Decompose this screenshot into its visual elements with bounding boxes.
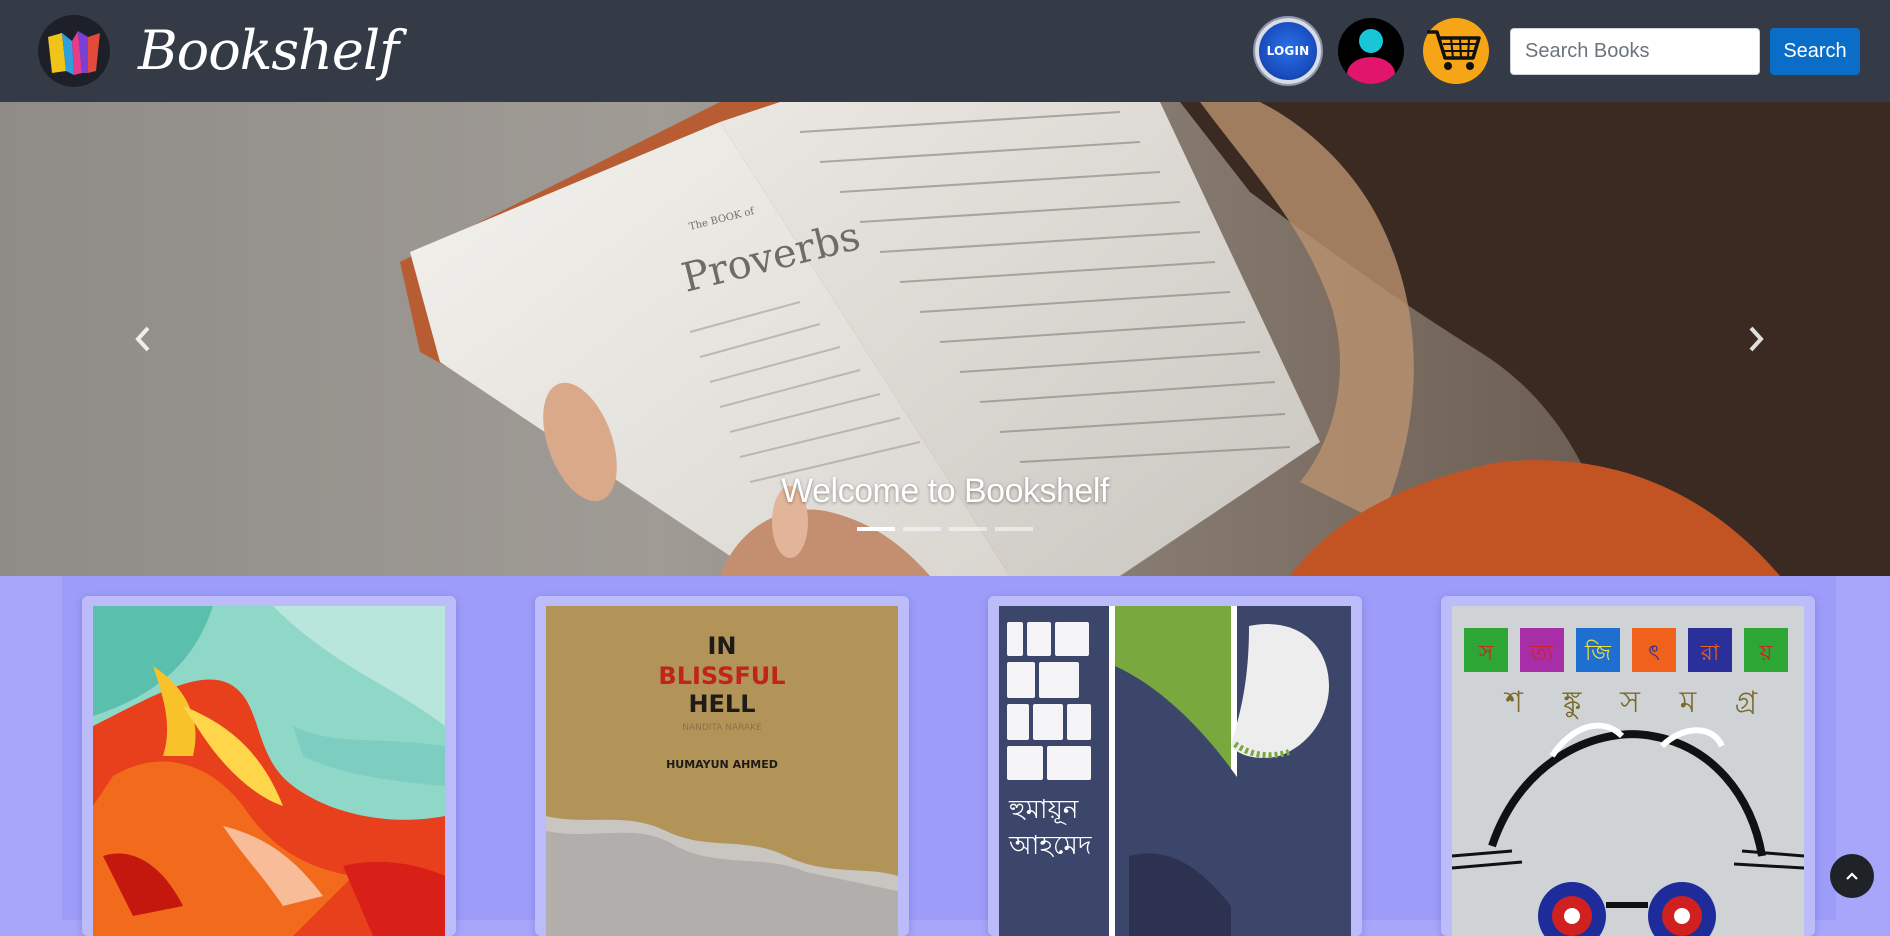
book-cover-author-line2: আহমেদ [1008, 831, 1092, 861]
book-cover-author: HUMAYUN AHMED [666, 758, 778, 771]
series-letter-1: স [1478, 641, 1494, 666]
book-grid: IN BLISSFUL HELL NANDITA NARAKE HUMAYUN … [62, 576, 1836, 936]
series-letter-4: ৎ [1648, 641, 1660, 666]
carousel-indicators [0, 527, 1890, 531]
shopping-cart-icon[interactable] [1423, 18, 1489, 84]
scroll-to-top-button[interactable] [1830, 854, 1874, 898]
chevron-left-icon [135, 326, 150, 352]
carousel-indicator-3[interactable] [949, 527, 987, 531]
carousel-indicator-4[interactable] [995, 527, 1033, 531]
brand-name[interactable]: Bookshelf [138, 12, 399, 90]
title-letter-1: শ [1503, 685, 1524, 720]
book-cover[interactable] [93, 606, 445, 936]
book-logo-icon[interactable] [38, 15, 110, 87]
title-letter-5: গ্র [1735, 685, 1758, 720]
book-card[interactable]: IN BLISSFUL HELL NANDITA NARAKE HUMAYUN … [535, 596, 909, 936]
carousel-indicator-1[interactable] [857, 527, 895, 531]
book-cover[interactable]: হুমায়ূন আহমেদ [999, 606, 1351, 936]
book-card[interactable] [82, 596, 456, 936]
chevron-right-icon [1749, 326, 1764, 352]
carousel-caption: Welcome to Bookshelf [781, 472, 1109, 510]
search-input[interactable] [1510, 28, 1760, 75]
book-card[interactable]: হুমায়ূন আহমেদ [988, 596, 1362, 936]
book-cover-author-line1: হুমায়ূন [1008, 795, 1079, 825]
book-cover[interactable]: IN BLISSFUL HELL NANDITA NARAKE HUMAYUN … [546, 606, 898, 936]
login-icon[interactable]: LOGIN [1255, 18, 1321, 84]
chevron-up-icon [1846, 872, 1858, 880]
book-cover-title-mid: BLISSFUL [658, 662, 785, 690]
carousel-indicator-2[interactable] [903, 527, 941, 531]
search-button[interactable]: Search [1770, 28, 1860, 75]
series-letter-3: জি [1584, 640, 1611, 666]
series-letter-2: ত্য [1530, 641, 1555, 666]
title-letter-2: ঙ্কু [1562, 685, 1583, 720]
book-cover[interactable]: স ত্য জি ৎ রা য় শ ঙ্কু স ম গ্র [1452, 606, 1804, 936]
navbar: Bookshelf LOGIN Search [0, 0, 1890, 102]
title-letter-3: স [1619, 685, 1641, 720]
book-cover-subtitle: NANDITA NARAKE [682, 723, 762, 733]
title-letter-4: ম [1679, 685, 1698, 720]
user-profile-icon[interactable] [1338, 18, 1404, 84]
series-letter-6: য় [1759, 641, 1774, 666]
book-card[interactable]: স ত্য জি ৎ রা য় শ ঙ্কু স ম গ্র [1441, 596, 1815, 936]
book-cover-title-top: IN [707, 632, 736, 660]
series-letter-5: রা [1700, 641, 1720, 666]
book-cover-title-bot: HELL [688, 690, 755, 718]
login-label: LOGIN [1266, 44, 1310, 58]
hero-carousel: Proverbs The BOOK of Welcome to Bookshel… [0, 102, 1890, 576]
